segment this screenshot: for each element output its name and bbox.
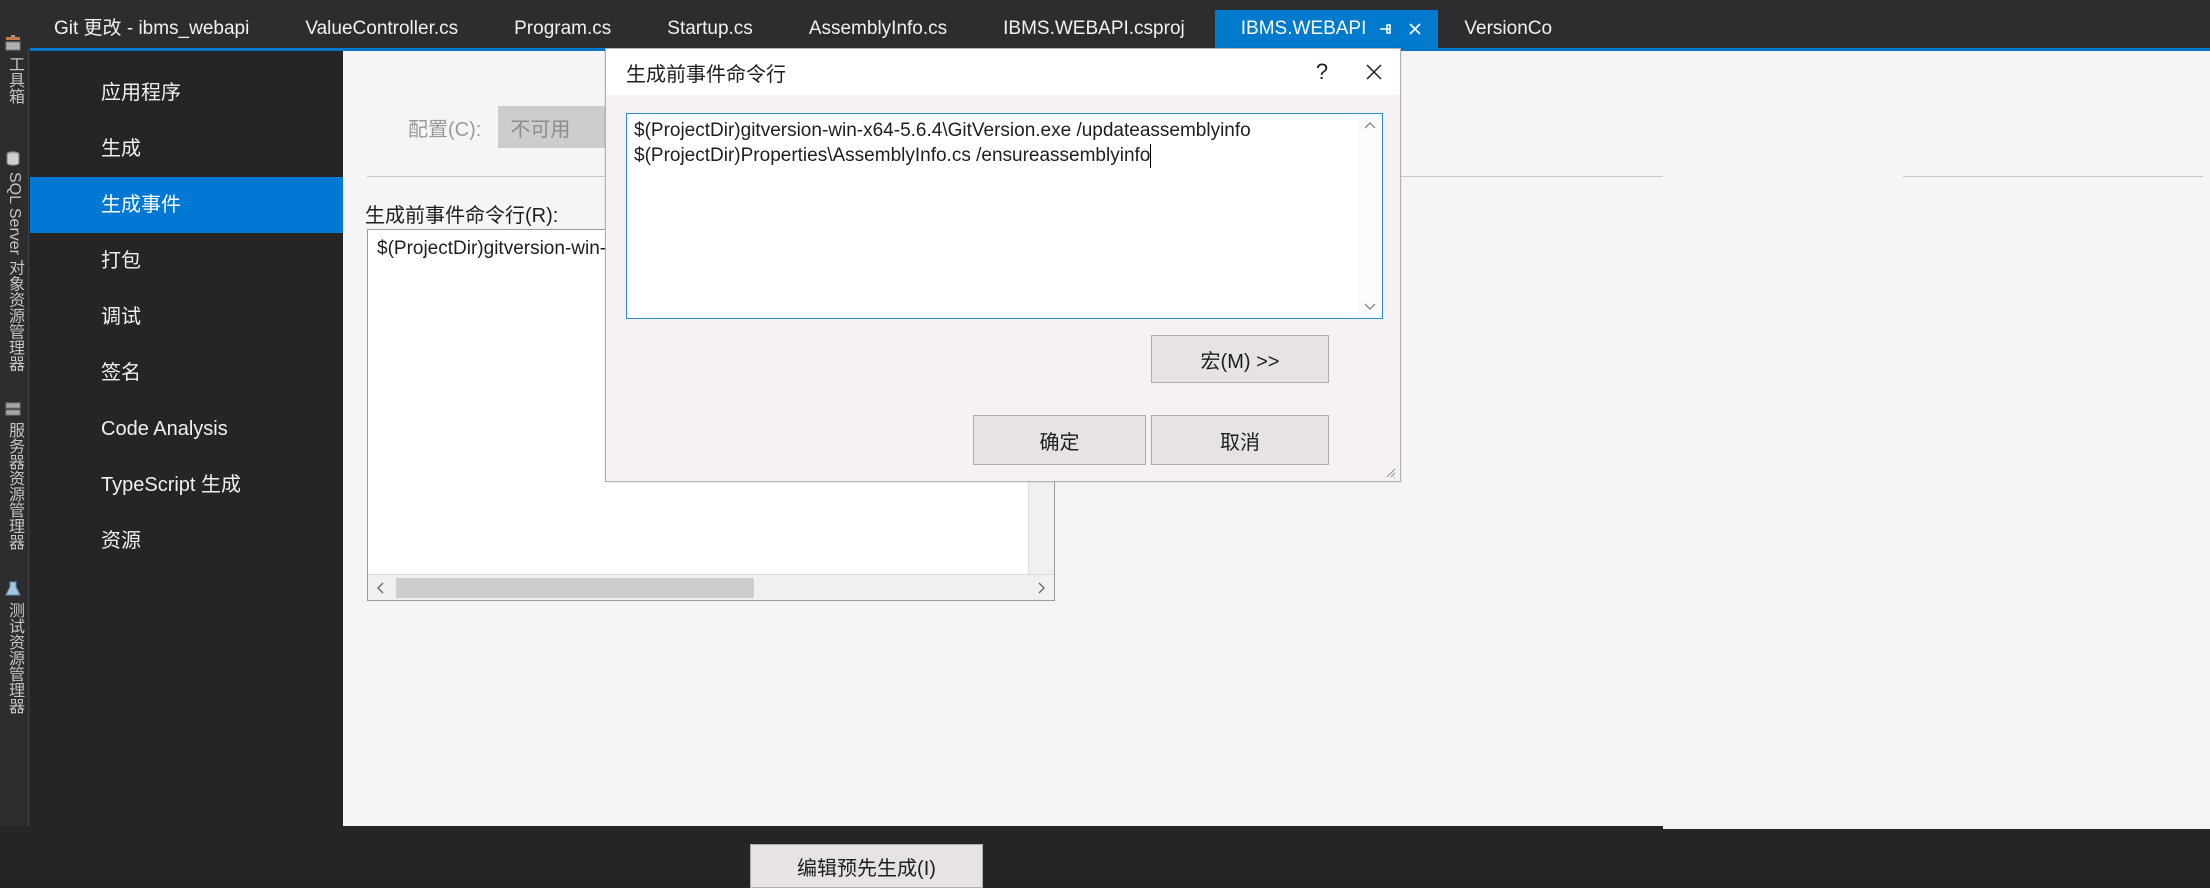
properties-category-list: 应用程序 生成 生成事件 打包 调试 签名 Code Analysis Type… [30,51,359,826]
tab-label: Startup.cs [667,18,753,39]
rail-item-label: 工具箱 [6,56,23,104]
text-caret [1150,144,1151,168]
edit-prebuild-button[interactable]: 编辑预先生成(I) [750,844,983,888]
tab-label: ValueController.cs [305,18,459,39]
category-label: TypeScript 生成 [101,474,242,496]
macro-button-label: 宏(M) >> [1200,350,1280,373]
category-item-typescript-build[interactable]: TypeScript 生成 [30,457,343,513]
tab-assemblyinfo-cs[interactable]: AssemblyInfo.cs [783,10,977,48]
dialog-titlebar: 生成前事件命令行 ? [606,49,1400,95]
category-item-code-analysis[interactable]: Code Analysis [30,401,343,457]
rail-item-server-explorer[interactable]: 服务器资源管理器 [0,422,28,550]
pin-icon[interactable] [1370,14,1400,44]
command-line-textarea[interactable]: $(ProjectDir)gitversion-win-x64-5.6.4\Gi… [626,113,1383,319]
macro-button[interactable]: 宏(M) >> [1151,335,1329,383]
ok-button-label: 确定 [1039,431,1080,454]
tool-window-rail: 工具箱 SQL Server 对象资源管理器 服务器资源管理器 测试资源管理器 [0,0,29,826]
scrollbar-thumb[interactable] [396,578,754,598]
dialog-title: 生成前事件命令行 [626,63,786,86]
tab-label: Program.cs [514,18,612,39]
tab-label: Git 更改 - ibms_webapi [54,18,250,39]
category-item-build-events[interactable]: 生成事件 [30,177,359,233]
chevron-left-icon[interactable] [368,575,394,600]
category-label: 应用程序 [101,82,181,104]
command-line-vertical-scrollbar[interactable] [1358,114,1382,318]
ide-window: 工具箱 SQL Server 对象资源管理器 服务器资源管理器 测试资源管理器 … [0,0,2210,888]
edit-prebuild-button-label: 编辑预先生成(I) [797,857,936,880]
category-label: 生成事件 [101,194,181,216]
prebuild-horizontal-scrollbar[interactable] [368,574,1054,600]
rail-item-label: 测试资源管理器 [6,602,23,714]
help-icon[interactable]: ? [1296,49,1348,95]
category-label: Code Analysis [101,418,228,440]
prebuild-event-command-line-dialog: 生成前事件命令行 ? $(ProjectDir)gitversion-win-x… [605,48,1401,482]
category-label: 资源 [101,530,141,552]
chevron-down-icon[interactable] [1358,294,1382,318]
category-label: 打包 [101,250,141,272]
rail-item-label: SQL Server 对象资源管理器 [6,172,23,372]
chevron-up-icon[interactable] [1358,114,1382,138]
server-explorer-icon[interactable] [4,400,22,418]
tab-ibms-webapi-properties[interactable]: IBMS.WEBAPI [1214,10,1439,48]
category-label: 签名 [101,362,141,384]
sql-server-icon[interactable] [4,150,22,168]
command-line-row: $(ProjectDir)gitversion-win-x64-5.6.4\Gi… [634,120,1251,141]
tab-program-cs[interactable]: Program.cs [488,10,641,48]
cancel-button[interactable]: 取消 [1151,415,1329,465]
tab-ibms-webapi-csproj[interactable]: IBMS.WEBAPI.csproj [977,10,1215,48]
rail-item-toolbox[interactable]: 工具箱 [0,56,28,104]
help-label: ? [1315,59,1329,84]
cancel-button-label: 取消 [1220,431,1260,454]
prebuild-command-label: 生成前事件命令行(R): [365,205,559,227]
tab-label: IBMS.WEBAPI [1240,18,1367,39]
tab-git-changes[interactable]: Git 更改 - ibms_webapi [28,10,279,48]
tab-startup-cs[interactable]: Startup.cs [641,10,783,48]
tab-label: IBMS.WEBAPI.csproj [1003,18,1185,39]
tab-versioncontrol[interactable]: VersionCo [1438,10,1582,48]
close-icon[interactable] [1348,49,1400,95]
category-item-resources[interactable]: 资源 [30,513,343,569]
tab-label: VersionCo [1464,18,1553,39]
dialog-titlebar-buttons: ? [1296,49,1400,95]
category-item-signing[interactable]: 签名 [30,345,343,401]
configuration-value: 不可用 [510,118,571,141]
category-item-build[interactable]: 生成 [30,121,343,177]
rail-item-sql-server-object-explorer[interactable]: SQL Server 对象资源管理器 [0,172,28,371]
ok-button[interactable]: 确定 [973,415,1146,465]
category-item-application[interactable]: 应用程序 [30,65,343,121]
resize-grip[interactable] [1384,465,1396,478]
close-icon[interactable] [1400,14,1430,44]
test-explorer-icon[interactable] [4,580,22,598]
toolbox-icon[interactable] [4,34,22,52]
category-label: 调试 [101,306,141,328]
postbuild-section-background [1663,51,2210,829]
tab-label: AssemblyInfo.cs [808,18,948,39]
category-label: 生成 [101,138,141,160]
category-item-debug[interactable]: 调试 [30,289,343,345]
dialog-body: $(ProjectDir)gitversion-win-x64-5.6.4\Gi… [606,95,1400,481]
command-line-row: $(ProjectDir)Properties\AssemblyInfo.cs … [634,145,1151,166]
rail-item-test-explorer[interactable]: 测试资源管理器 [0,602,28,714]
document-tab-strip: Git 更改 - ibms_webapi ValueController.cs … [28,0,2210,48]
category-item-package[interactable]: 打包 [30,233,343,289]
chevron-right-icon[interactable] [1028,575,1054,600]
section-divider-right [1903,176,2203,177]
tab-valuecontroller-cs[interactable]: ValueController.cs [279,10,488,48]
rail-item-label: 服务器资源管理器 [6,422,23,550]
configuration-label: 配置(C): [408,118,482,141]
